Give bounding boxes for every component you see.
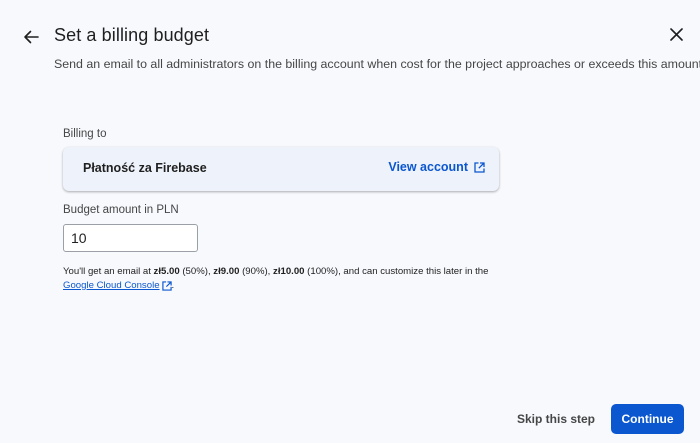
billing-budget-dialog: Set a billing budget Send an email to al…	[0, 0, 700, 443]
billing-account-card: Płatność za Firebase View account	[63, 147, 499, 191]
continue-button[interactable]: Continue	[611, 404, 684, 434]
info-pct-50: (50%),	[179, 266, 214, 277]
close-icon	[669, 27, 683, 41]
console-link-label: Google Cloud Console	[63, 280, 160, 291]
back-button[interactable]	[20, 26, 42, 48]
info-pct-100: (100%), and can customize this later in …	[304, 266, 489, 277]
info-amount-50: zł5.00	[153, 266, 180, 277]
page-subtitle: Send an email to all administrators on t…	[54, 57, 700, 71]
view-account-link[interactable]: View account	[388, 160, 485, 174]
billing-to-label: Billing to	[63, 128, 107, 140]
billing-account-name: Płatność za Firebase	[83, 161, 207, 175]
close-button[interactable]	[666, 24, 686, 44]
view-account-label: View account	[388, 160, 468, 174]
budget-info-text: You'll get an email at zł5.00 (50%), zł9…	[63, 265, 523, 293]
info-pct-90: (90%),	[239, 266, 274, 277]
skip-step-button[interactable]: Skip this step	[510, 405, 602, 433]
google-cloud-console-link[interactable]: Google Cloud Console	[63, 279, 172, 293]
info-prefix: You'll get an email at	[63, 266, 154, 277]
open-in-new-icon	[474, 161, 485, 173]
budget-amount-input[interactable]	[63, 224, 198, 252]
info-suffix: .	[171, 280, 175, 291]
page-title: Set a billing budget	[54, 25, 210, 45]
budget-amount-label: Budget amount in PLN	[63, 204, 179, 216]
info-amount-90: zł9.00	[213, 266, 240, 277]
arrow-back-icon	[24, 30, 39, 44]
open-in-new-icon	[161, 281, 172, 291]
info-amount-100: zł10.00	[273, 266, 305, 277]
